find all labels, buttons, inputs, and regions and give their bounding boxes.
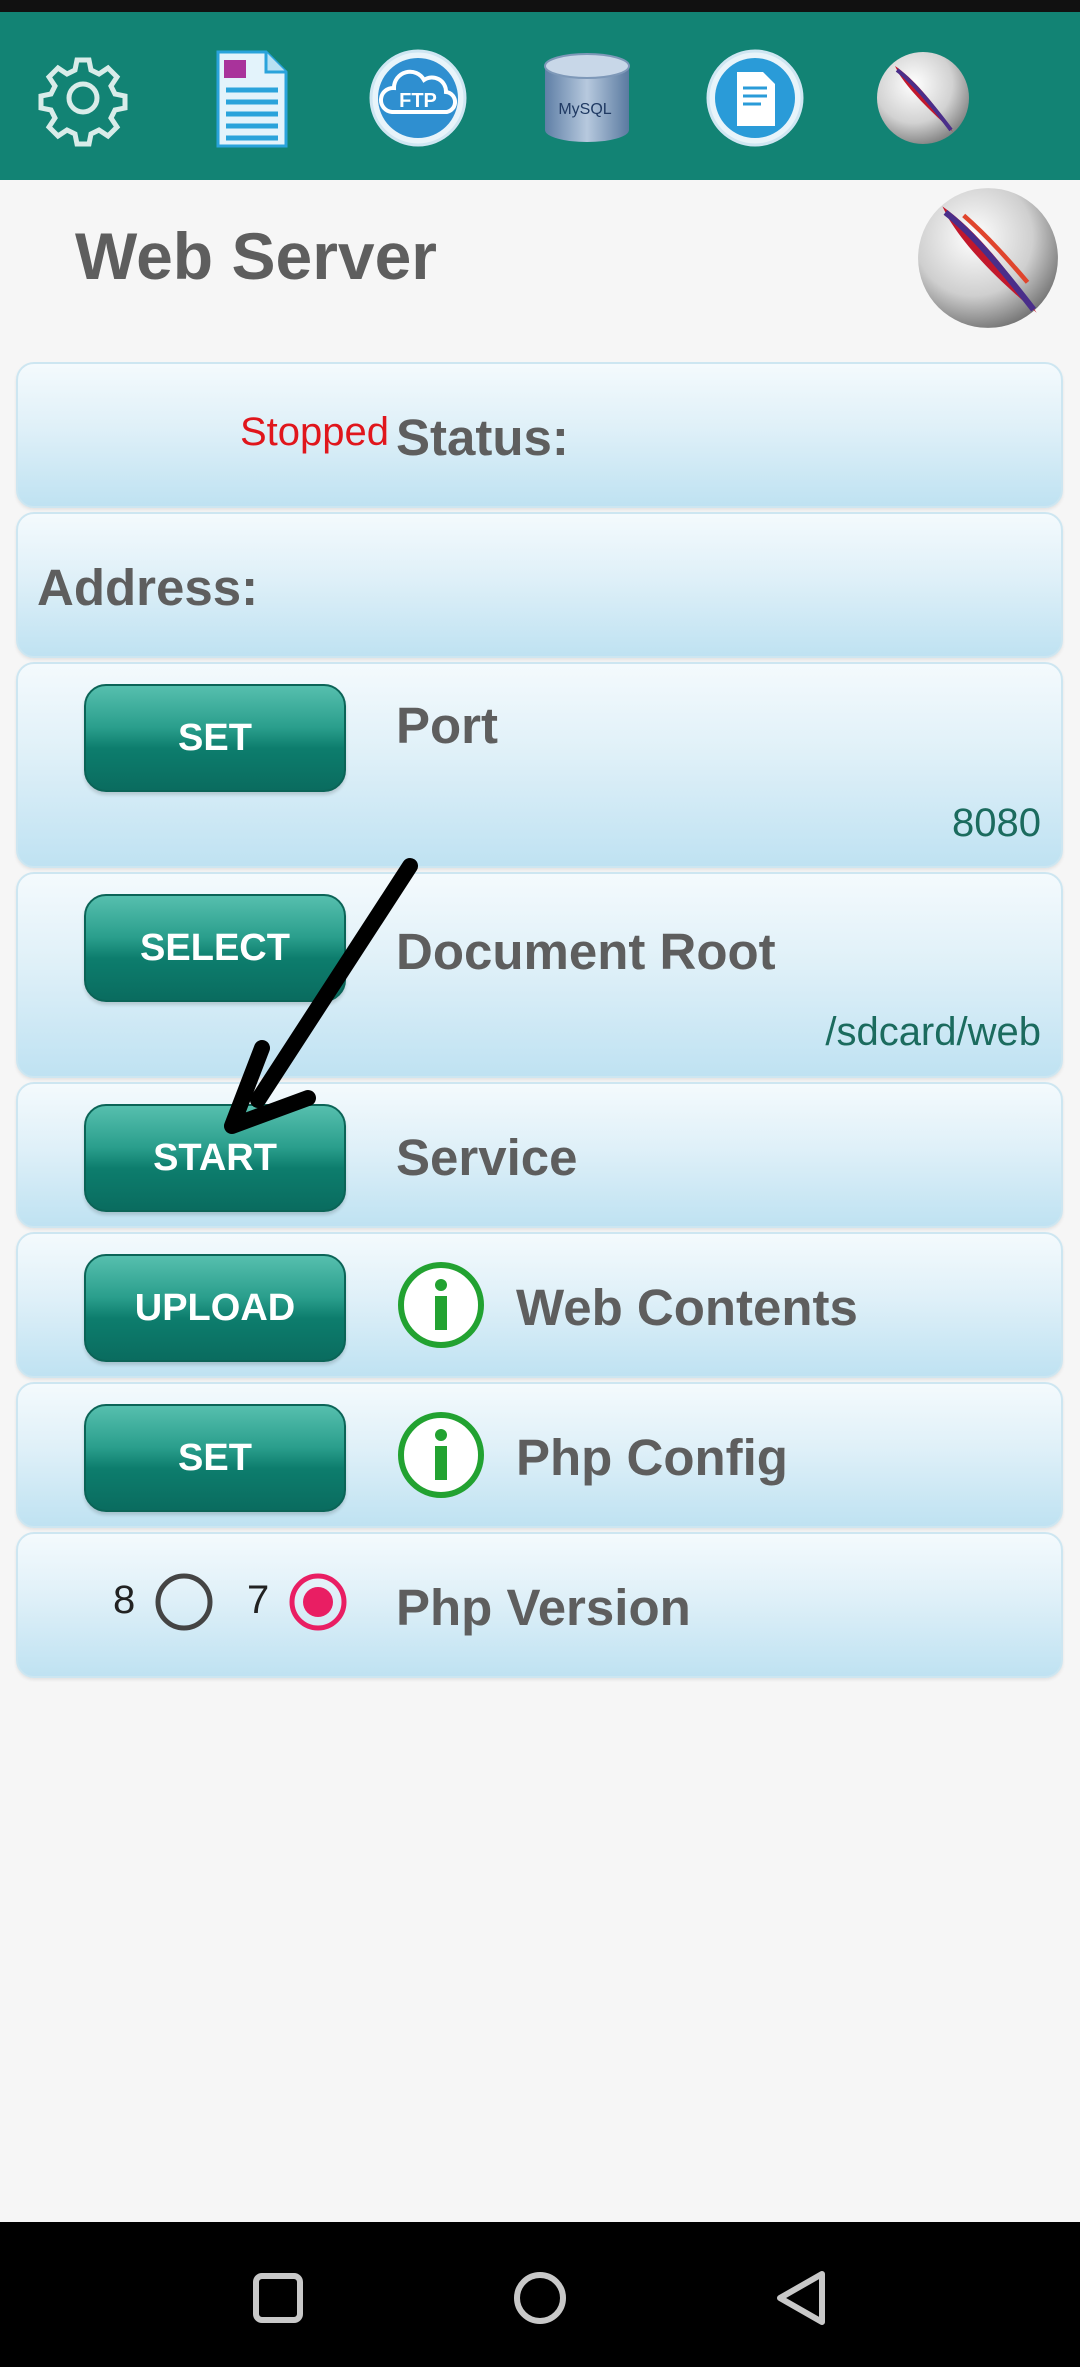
- top-toolbar: FTP MySQL: [0, 12, 1080, 180]
- address-label: Address:: [37, 559, 259, 616]
- apache-feather-icon[interactable]: [873, 48, 973, 148]
- set-port-button[interactable]: SET: [84, 684, 346, 792]
- web-contents-card: UPLOAD Web Contents: [16, 1232, 1063, 1378]
- status-card: Stopped Status:: [16, 362, 1063, 508]
- port-card: SET Port 8080: [16, 662, 1063, 868]
- status-label: Status:: [396, 409, 569, 466]
- select-document-root-button[interactable]: SELECT: [84, 894, 346, 1002]
- gear-icon[interactable]: [33, 48, 133, 148]
- php-version-card: 8 7 Php Version: [16, 1532, 1063, 1678]
- info-icon[interactable]: [396, 1260, 486, 1350]
- php-version-label: Php Version: [396, 1579, 691, 1636]
- mysql-text: MySQL: [558, 101, 611, 118]
- start-service-button[interactable]: START: [84, 1104, 346, 1212]
- status-bar: [0, 0, 1080, 12]
- recents-square-icon[interactable]: [238, 2258, 318, 2338]
- php-8-option-label: 8: [113, 1578, 136, 1622]
- document-root-value: /sdcard/web: [825, 1010, 1041, 1054]
- port-label: Port: [396, 697, 498, 754]
- ftp-text: FTP: [399, 90, 437, 112]
- address-card: Address:: [16, 512, 1063, 658]
- php-8-radio[interactable]: [154, 1572, 214, 1632]
- service-label: Service: [396, 1129, 578, 1186]
- service-card: START Service: [16, 1082, 1063, 1228]
- port-value: 8080: [952, 801, 1041, 845]
- php-config-card: SET Php Config: [16, 1382, 1063, 1528]
- info-icon[interactable]: [396, 1410, 486, 1500]
- back-triangle-icon[interactable]: [760, 2258, 840, 2338]
- ftp-cloud-icon[interactable]: FTP: [368, 48, 468, 148]
- document-root-card: SELECT Document Root /sdcard/web: [16, 872, 1063, 1078]
- navigation-bar: [0, 2222, 1080, 2367]
- web-contents-label: Web Contents: [516, 1279, 858, 1336]
- apache-feather-icon: [912, 182, 1064, 334]
- php-config-label: Php Config: [516, 1429, 788, 1486]
- mysql-database-icon[interactable]: MySQL: [537, 48, 637, 148]
- log-file-icon[interactable]: [705, 48, 805, 148]
- document-root-label: Document Root: [396, 923, 776, 980]
- php-7-radio[interactable]: [288, 1572, 348, 1632]
- home-circle-icon[interactable]: [500, 2258, 580, 2338]
- document-icon[interactable]: [200, 48, 300, 148]
- status-value: Stopped: [240, 410, 390, 454]
- upload-button[interactable]: UPLOAD: [84, 1254, 346, 1362]
- set-php-config-button[interactable]: SET: [84, 1404, 346, 1512]
- php-7-option-label: 7: [247, 1578, 270, 1622]
- page-title: Web Server: [75, 219, 437, 293]
